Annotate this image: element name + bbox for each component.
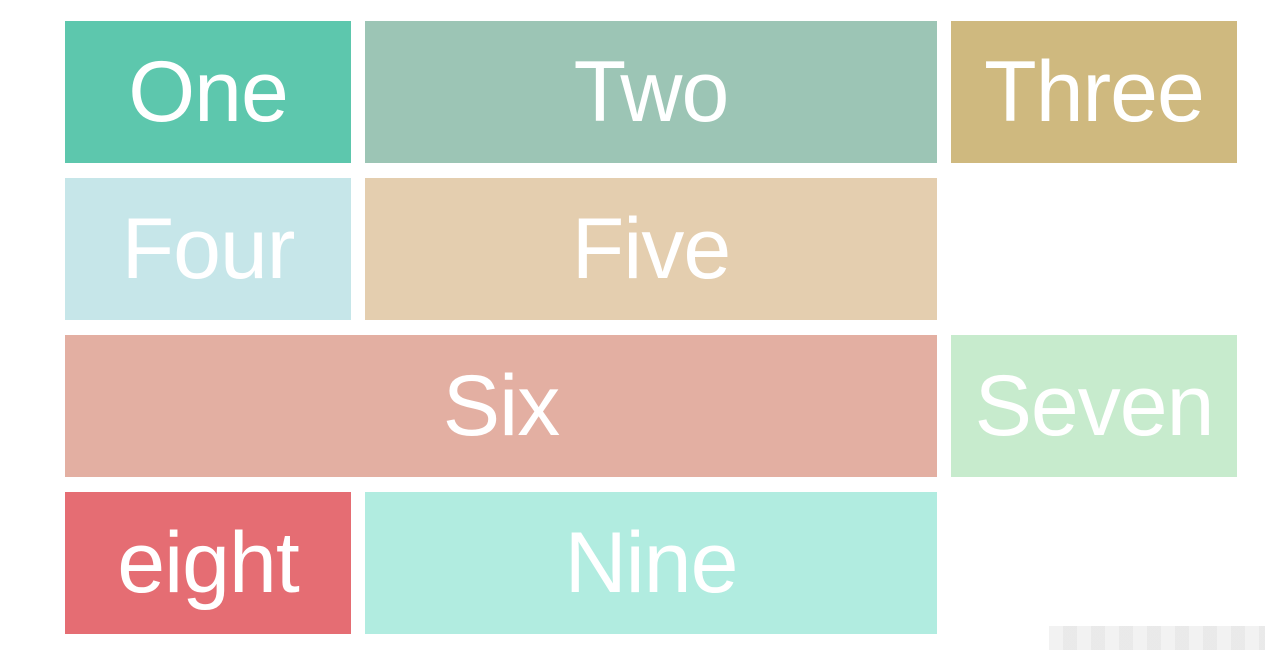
grid-item-seven: Seven bbox=[951, 335, 1237, 477]
blurred-watermark bbox=[1049, 626, 1265, 650]
grid-layout: One Two Three Four Five Six Seven eight … bbox=[65, 21, 1238, 634]
grid-item-one: One bbox=[65, 21, 351, 163]
grid-item-nine: Nine bbox=[365, 492, 937, 634]
grid-item-six: Six bbox=[65, 335, 937, 477]
grid-item-four: Four bbox=[65, 178, 351, 320]
grid-item-two: Two bbox=[365, 21, 937, 163]
grid-item-five: Five bbox=[365, 178, 937, 320]
grid-item-eight: eight bbox=[65, 492, 351, 634]
grid-item-three: Three bbox=[951, 21, 1237, 163]
